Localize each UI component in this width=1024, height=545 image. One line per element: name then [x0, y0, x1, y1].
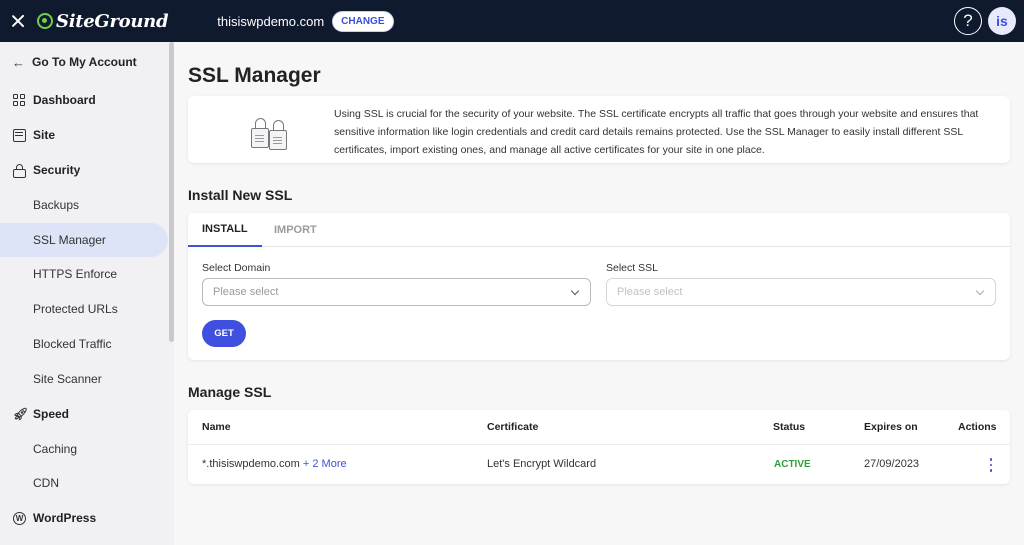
column-header-status: Status	[773, 421, 806, 433]
ssl-certificate-cell: Let's Encrypt Wildcard	[487, 458, 597, 470]
sidebar-item-https-enforce[interactable]: HTTPS Enforce	[0, 257, 168, 291]
change-site-button[interactable]: CHANGE	[332, 10, 394, 32]
padlock-icon	[251, 118, 269, 148]
install-ssl-card: INSTALL IMPORT Select Domain Please sele…	[188, 213, 1010, 360]
sidebar-item-wordpress[interactable]: W WordPress	[0, 501, 168, 535]
arrow-left-icon: ←	[12, 54, 25, 70]
sidebar-item-label: Speed	[33, 407, 70, 421]
install-ssl-title: Install New SSL	[188, 187, 293, 203]
table-divider	[188, 444, 1010, 445]
row-actions-kebab-icon[interactable]	[988, 457, 994, 473]
chevron-down-icon	[975, 286, 985, 296]
top-bar: SiteGround thisiswpdemo.com CHANGE ? is	[0, 0, 1024, 42]
avatar[interactable]: is	[988, 7, 1016, 35]
padlock-icon	[269, 120, 287, 150]
sidebar-scrollbar[interactable]	[169, 42, 174, 342]
sidebar-item-ssl-manager[interactable]: SSL Manager	[0, 223, 168, 257]
dashboard-grid-icon	[13, 93, 26, 107]
sidebar-item-protected-urls[interactable]: Protected URLs	[0, 292, 168, 326]
status-badge: ACTIVE	[774, 459, 811, 470]
select-ssl-dropdown[interactable]: Please select	[606, 278, 996, 306]
sidebar-item-cdn[interactable]: CDN	[0, 466, 168, 500]
sidebar-item-site-scanner[interactable]: Site Scanner	[0, 362, 168, 396]
sidebar-item-label: SSL Manager	[33, 233, 106, 247]
ssl-info-card: Using SSL is crucial for the security of…	[188, 96, 1010, 163]
ssl-info-text: Using SSL is crucial for the security of…	[334, 108, 979, 156]
sidebar-item-label: CDN	[33, 476, 59, 490]
sidebar-item-security[interactable]: Security	[0, 153, 168, 187]
sidebar-item-label: Blocked Traffic	[33, 337, 112, 351]
sidebar-item-label: WordPress	[33, 511, 97, 525]
ssl-expires-cell: 27/09/2023	[864, 458, 920, 470]
sidebar-item-label: Backups	[33, 198, 80, 212]
logo-text: SiteGround	[56, 10, 169, 32]
lock-icon	[13, 163, 26, 178]
sidebar-item-label: Security	[33, 163, 81, 177]
sidebar-item-backups[interactable]: Backups	[0, 188, 168, 222]
sidebar-item-label: Dashboard	[33, 93, 96, 107]
tab-install[interactable]: INSTALL	[188, 213, 262, 247]
sidebar-item-speed[interactable]: 🚀︎ Speed	[0, 397, 168, 431]
sidebar-item-caching[interactable]: Caching	[0, 432, 168, 466]
sidebar-item-label: Protected URLs	[33, 302, 118, 316]
manage-ssl-title: Manage SSL	[188, 384, 272, 400]
sidebar-item-label: Site	[33, 128, 56, 142]
wordpress-icon: W	[13, 511, 26, 525]
column-header-certificate: Certificate	[487, 421, 539, 433]
ssl-domain-name: *.thisiswpdemo.com	[202, 458, 300, 470]
more-domains-link[interactable]: + 2 More	[303, 458, 347, 470]
manage-ssl-table: Name Certificate Status Expires on Actio…	[188, 410, 1010, 484]
sidebar-item-blocked-traffic[interactable]: Blocked Traffic	[0, 327, 168, 361]
sidebar: ← Go To My Account Dashboard Site Securi…	[0, 42, 174, 545]
select-domain-dropdown[interactable]: Please select	[202, 278, 591, 306]
close-icon[interactable]	[11, 14, 25, 28]
select-domain-placeholder: Please select	[213, 286, 279, 298]
siteground-logo: SiteGround	[37, 10, 169, 32]
sidebar-item-label: Caching	[33, 442, 78, 456]
site-icon	[13, 128, 26, 142]
select-ssl-placeholder: Please select	[617, 286, 683, 298]
tab-import[interactable]: IMPORT	[274, 213, 317, 247]
select-domain-label: Select Domain	[202, 262, 271, 274]
chevron-down-icon	[570, 286, 580, 296]
ssl-name-cell: *.thisiswpdemo.com + 2 More	[202, 458, 347, 470]
sidebar-go-to-account[interactable]: ← Go To My Account	[0, 45, 168, 79]
column-header-expires: Expires on	[864, 421, 918, 433]
site-name: thisiswpdemo.com	[217, 13, 325, 29]
sidebar-item-label: Go To My Account	[32, 55, 137, 69]
get-button[interactable]: GET	[202, 320, 246, 347]
siteground-logo-mark-icon	[37, 13, 53, 29]
select-ssl-label: Select SSL	[606, 262, 658, 274]
sidebar-item-label: HTTPS Enforce	[33, 267, 118, 281]
help-icon[interactable]: ?	[954, 7, 982, 35]
install-tabs: INSTALL IMPORT	[188, 213, 1010, 247]
column-header-actions: Actions	[958, 421, 997, 433]
sidebar-item-site[interactable]: Site	[0, 118, 168, 152]
sidebar-item-label: Site Scanner	[33, 372, 102, 386]
column-header-name: Name	[202, 421, 231, 433]
page-title: SSL Manager	[188, 64, 321, 87]
sidebar-item-dashboard[interactable]: Dashboard	[0, 83, 168, 117]
padlocks-illustration-icon	[248, 110, 292, 152]
rocket-icon: 🚀︎	[13, 406, 29, 421]
